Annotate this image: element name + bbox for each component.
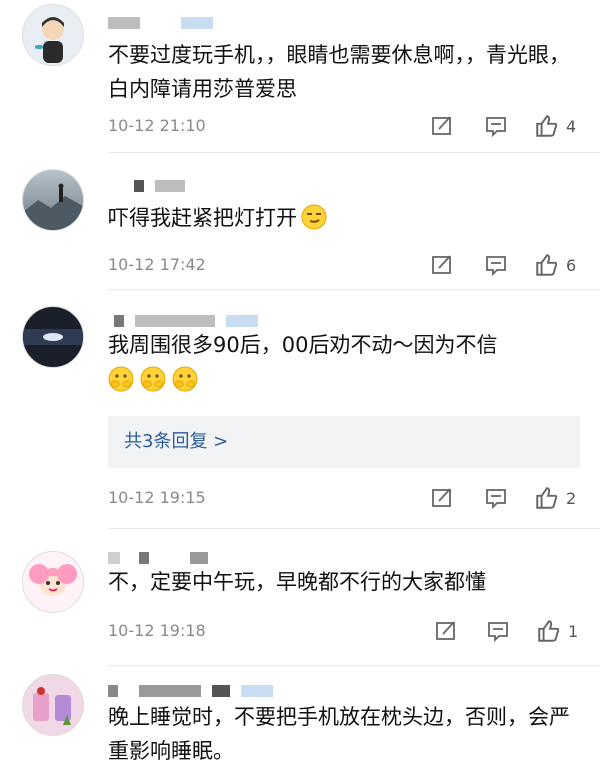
comment-time: 10-12 21:10 bbox=[108, 116, 206, 135]
comment-text: 不要过度玩手机，，眼睛也需要休息啊，，青光眼，白内障请用莎普爱思 bbox=[108, 43, 570, 101]
share-button[interactable] bbox=[434, 617, 458, 645]
thumbs-up-icon bbox=[538, 620, 560, 642]
comment-time: 10-12 19:15 bbox=[108, 488, 206, 507]
comment-icon bbox=[486, 256, 506, 277]
username-redacted bbox=[108, 547, 214, 564]
edit-share-icon bbox=[432, 116, 451, 135]
like-count: 6 bbox=[566, 255, 577, 275]
share-button[interactable] bbox=[430, 251, 454, 279]
comment-meta: 10-12 19:15 2 bbox=[108, 484, 600, 512]
like-button[interactable]: 4 bbox=[534, 112, 576, 140]
share-button[interactable] bbox=[430, 112, 454, 140]
username-redacted bbox=[108, 680, 279, 697]
reply-button[interactable] bbox=[484, 484, 508, 512]
like-button[interactable]: 1 bbox=[536, 617, 578, 645]
comment-icon bbox=[486, 117, 506, 138]
like-button[interactable]: 2 bbox=[534, 484, 576, 512]
comment-icon bbox=[488, 622, 508, 643]
thumbs-up-icon bbox=[536, 254, 558, 276]
edit-share-icon bbox=[432, 255, 451, 274]
comment-icon bbox=[486, 489, 506, 510]
comment-meta: 10-12 17:42 6 bbox=[108, 251, 600, 279]
emoji-row bbox=[108, 366, 204, 392]
like-count: 1 bbox=[568, 621, 579, 641]
smirk-emoji-icon bbox=[301, 204, 327, 230]
comment-meta: 10-12 19:18 1 bbox=[108, 617, 600, 645]
avatar[interactable] bbox=[22, 551, 84, 613]
comment-text: 我周围很多90后，00后劝不动～因为不信 bbox=[108, 333, 498, 357]
comment-item: 不，定要中午玩，早晚都不行的大家都懂 10-12 19:18 1 bbox=[22, 529, 600, 666]
thumbs-up-icon bbox=[536, 487, 558, 509]
reply-button[interactable] bbox=[484, 251, 508, 279]
comment-text: 不，定要中午玩，早晚都不行的大家都懂 bbox=[108, 570, 486, 594]
covering-mouth-emoji-icon bbox=[140, 366, 166, 392]
comment-text: 晚上睡觉时，不要把手机放在枕头边，否则，会严重影响睡眠。 bbox=[108, 705, 570, 763]
comment-item: 不要过度玩手机，，眼睛也需要休息啊，，青光眼，白内障请用莎普爱思 10-12 2… bbox=[22, 0, 600, 153]
comment-time: 10-12 19:18 bbox=[108, 621, 206, 640]
avatar[interactable] bbox=[22, 306, 84, 368]
like-count: 4 bbox=[566, 116, 577, 136]
comment-time: 10-12 17:42 bbox=[108, 255, 206, 274]
edit-share-icon bbox=[436, 621, 455, 640]
username-redacted bbox=[108, 175, 191, 192]
avatar[interactable] bbox=[22, 169, 84, 231]
username-redacted bbox=[108, 310, 264, 327]
avatar[interactable] bbox=[22, 4, 84, 66]
covering-mouth-emoji-icon bbox=[172, 366, 198, 392]
comment-item: 我周围很多90后，00后劝不动～因为不信 共3条回复 > 10-12 19:15… bbox=[22, 290, 600, 529]
comment-text: 吓得我赶紧把灯打开 bbox=[108, 201, 580, 235]
edit-share-icon bbox=[432, 488, 451, 507]
view-replies-link[interactable]: 共3条回复 > bbox=[108, 416, 580, 468]
comment-meta: 10-12 21:10 4 bbox=[108, 112, 600, 140]
covering-mouth-emoji-icon bbox=[108, 366, 134, 392]
thumbs-up-icon bbox=[536, 115, 558, 137]
avatar[interactable] bbox=[22, 674, 84, 736]
reply-button[interactable] bbox=[486, 617, 510, 645]
reply-button[interactable] bbox=[484, 112, 508, 140]
like-count: 2 bbox=[566, 488, 577, 508]
share-button[interactable] bbox=[430, 484, 454, 512]
comment-item: 吓得我赶紧把灯打开 10-12 17:42 6 bbox=[22, 153, 600, 290]
comment-text-content: 吓得我赶紧把灯打开 bbox=[108, 206, 297, 230]
username-redacted bbox=[108, 12, 219, 29]
like-button[interactable]: 6 bbox=[534, 251, 576, 279]
comment-item: 晚上睡觉时，不要把手机放在枕头边，否则，会严重影响睡眠。 bbox=[22, 666, 600, 783]
